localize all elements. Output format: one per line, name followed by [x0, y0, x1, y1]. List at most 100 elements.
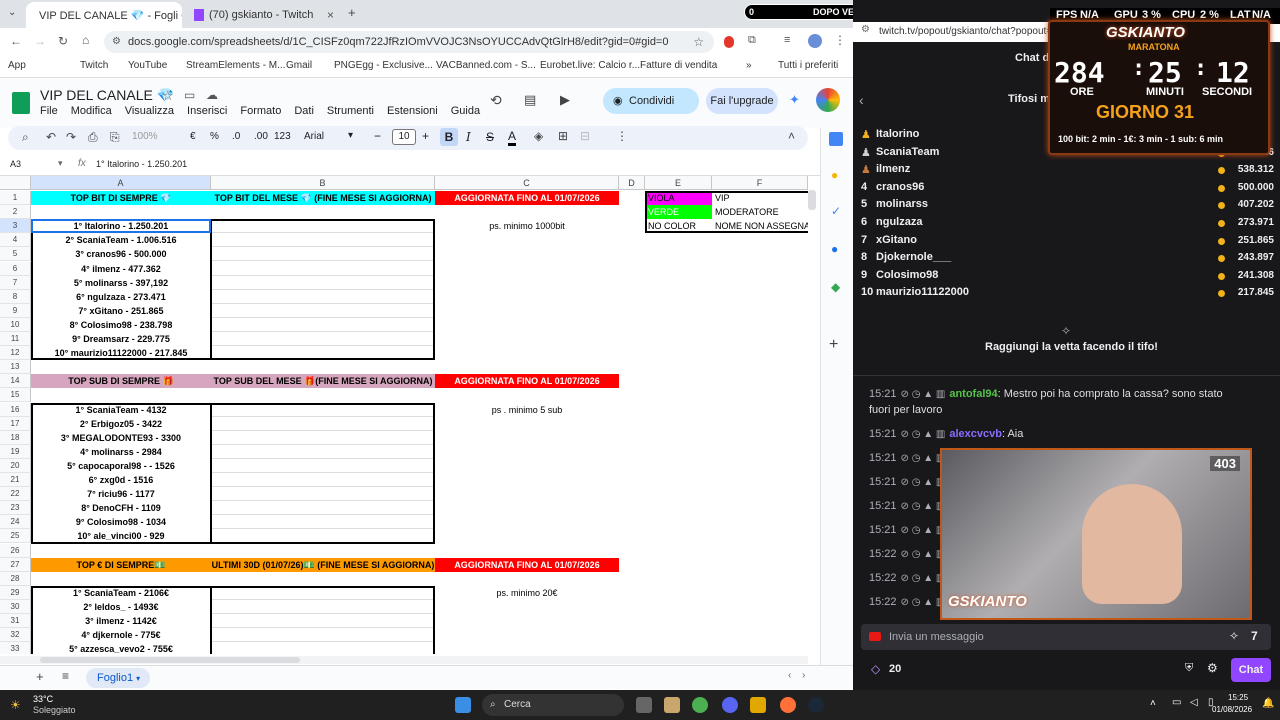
leaderboard-row[interactable]: 7 xGitano 251.865 — [853, 234, 1280, 250]
mod-actions-icon[interactable]: ⊘ ◷ ▲ ▥ — [901, 549, 946, 560]
column-header[interactable]: A — [31, 176, 211, 190]
menu-guida[interactable]: Guida — [451, 105, 480, 117]
extension-red-icon[interactable] — [724, 36, 734, 48]
cell-sub-entry[interactable]: 4° molinarss - 2984 — [31, 445, 211, 459]
strikethrough-button[interactable]: S — [486, 130, 494, 144]
row-header[interactable]: 31 — [0, 614, 31, 629]
chat-input[interactable]: Invia un messaggio — [861, 624, 1271, 650]
row-header[interactable]: 22 — [0, 487, 31, 502]
cell-sub-entry[interactable]: 10° ale_vinci00 - 929 — [31, 529, 211, 543]
chrome-icon[interactable] — [692, 697, 708, 713]
cell-empty[interactable] — [211, 529, 435, 544]
tab-sheets[interactable]: VIP DEL CANALE 💎 - Fogli Go × — [26, 2, 182, 28]
chevron-down-icon[interactable]: ▾ — [348, 130, 353, 141]
cell-bit-entry[interactable]: 7° xGitano - 251.865 — [31, 304, 211, 318]
scroll-left-icon[interactable]: ‹ — [788, 670, 791, 681]
back-icon[interactable]: ← — [10, 34, 22, 48]
doc-title[interactable]: VIP DEL CANALE 💎 — [40, 87, 174, 104]
collapse-toolbar-icon[interactable]: ˄ — [788, 129, 795, 143]
decimal-decrease-button[interactable]: .0 — [232, 131, 240, 142]
file-explorer-icon[interactable] — [664, 697, 680, 713]
column-header[interactable]: B — [211, 176, 435, 190]
cell-sub-entry[interactable]: 1° ScaniaTeam - 4132 — [31, 403, 211, 417]
cell-bit-entry[interactable]: 8° Colosimo98 - 238.798 — [31, 318, 211, 332]
tab-list-icon[interactable]: ⌄ — [8, 7, 16, 18]
bookmark-twitch[interactable]: Twitch — [80, 60, 108, 71]
leaderboard-row[interactable]: 4 cranos96 500.000 — [853, 181, 1280, 197]
row-header[interactable]: 3 — [0, 219, 31, 234]
gear-icon[interactable]: ⚙ — [1207, 661, 1218, 675]
extensions-icon[interactable]: ⧉ — [748, 34, 756, 47]
site-info-icon[interactable]: ⚙ — [861, 24, 870, 35]
cell-empty[interactable] — [211, 403, 435, 417]
row-header[interactable]: 9 — [0, 303, 31, 318]
cell-header-updated[interactable]: AGGIORNATA FINO AL 01/07/2026 — [435, 191, 619, 206]
emote-icon[interactable]: 7 — [1251, 629, 1258, 643]
discord-icon[interactable] — [722, 697, 738, 713]
row-header[interactable]: 27 — [0, 557, 31, 572]
chat-message[interactable]: 15:21 ⊘ ◷ ▲ ▥ — [869, 500, 949, 512]
row-header[interactable]: 2 — [0, 205, 31, 220]
leaderboard-row[interactable]: 6 ngulzaza 273.971 — [853, 216, 1280, 232]
leaderboard-row[interactable]: ♟ ilmenz 538.312 — [853, 163, 1280, 179]
decimal-increase-button[interactable]: .00 — [254, 131, 268, 142]
mod-actions-icon[interactable]: ⊘ ◷ ▲ ▥ — [901, 429, 946, 440]
add-sheet-button[interactable]: + — [36, 669, 44, 684]
contacts-icon[interactable]: ● — [831, 242, 838, 256]
cell-bit-entry[interactable]: 3° cranos96 - 500.000 — [31, 247, 211, 261]
font-size-input[interactable]: 10 — [392, 129, 416, 145]
cell-empty[interactable] — [211, 247, 435, 262]
menu-strumenti[interactable]: Strumenti — [327, 105, 374, 117]
bookmark-eurobet[interactable]: Eurobet.live: Calcio r... — [540, 60, 640, 71]
back-icon[interactable]: ‹ — [859, 92, 864, 108]
cell-empty[interactable] — [211, 445, 435, 459]
number-format-button[interactable]: 123 — [274, 131, 291, 142]
bookmark-star-icon[interactable]: ☆ — [693, 31, 704, 53]
bookmark-all[interactable]: Tutti i preferiti — [778, 60, 838, 71]
formula-input[interactable]: 1° Italorino - 1.250.201 — [96, 159, 187, 169]
cell-empty[interactable] — [211, 304, 435, 318]
bookmark-apps[interactable]: App — [8, 60, 26, 71]
row-header[interactable]: 6 — [0, 261, 31, 276]
add-addon-icon[interactable]: + — [829, 336, 838, 354]
bookmark-vacbanned[interactable]: VACBanned.com - S... — [436, 60, 536, 71]
cell-empty[interactable] — [211, 642, 435, 654]
chat-message[interactable]: 15:22 ⊘ ◷ ▲ ▥ — [869, 572, 949, 584]
cell-bit-entry[interactable]: 2° ScaniaTeam - 1.006.516 — [31, 233, 211, 247]
cell-empty[interactable] — [211, 233, 435, 248]
row-header[interactable]: 4 — [0, 233, 31, 248]
cell-empty[interactable] — [211, 515, 435, 530]
column-header[interactable]: E — [645, 176, 712, 190]
channel-points-icon[interactable]: ◇ — [871, 662, 880, 676]
bookmark-streamelements[interactable]: StreamElements - M... — [186, 60, 285, 71]
row-header[interactable]: 10 — [0, 317, 31, 332]
url-field[interactable]: ⚙ docs.google.com/spreadsheets/d/1C_CISF… — [104, 31, 714, 53]
row-header[interactable]: 28 — [0, 571, 31, 586]
comments-icon[interactable]: ▤ — [524, 92, 536, 108]
row-header[interactable]: 18 — [0, 430, 31, 445]
row-header[interactable]: 1 — [0, 191, 31, 206]
cell-sub-entry[interactable]: 9° Colosimo98 - 1034 — [31, 515, 211, 529]
shield-icon[interactable]: ⛨ — [1185, 662, 1193, 675]
calendar-icon[interactable] — [829, 132, 843, 146]
volume-icon[interactable]: ◁ — [1190, 697, 1198, 708]
menu-modifica[interactable]: Modifica — [71, 105, 112, 117]
history-icon[interactable]: ⟲ — [490, 92, 502, 109]
cell-header-sub-all[interactable]: TOP SUB DI SEMPRE 🎁 — [31, 374, 211, 389]
row-header[interactable]: 24 — [0, 515, 31, 530]
sheet-tab-foglio1[interactable]: Foglio1 ▾ — [86, 668, 150, 688]
cell-empty[interactable] — [211, 459, 435, 473]
browser-menu-icon[interactable]: ⋮ — [834, 33, 846, 47]
column-header[interactable]: F — [712, 176, 808, 190]
row-header[interactable]: 30 — [0, 599, 31, 614]
chat-username[interactable]: alexcvcvb — [949, 428, 1002, 440]
cell-empty[interactable] — [211, 614, 435, 629]
row-header[interactable]: 29 — [0, 585, 31, 600]
leaderboard-row[interactable]: 8 Djokernole___ 243.897 — [853, 251, 1280, 267]
mod-actions-icon[interactable]: ⊘ ◷ ▲ ▥ — [901, 501, 946, 512]
cell-header-sub-month[interactable]: TOP SUB DEL MESE 🎁(FINE MESE SI AGGIORNA… — [211, 374, 435, 389]
merge-icon[interactable]: ⊟ — [580, 129, 590, 143]
row-header[interactable]: 19 — [0, 444, 31, 459]
cell-header-updated[interactable]: AGGIORNATA FINO AL 01/07/2026 — [435, 374, 619, 389]
star-icon[interactable]: ☆ — [162, 88, 174, 104]
